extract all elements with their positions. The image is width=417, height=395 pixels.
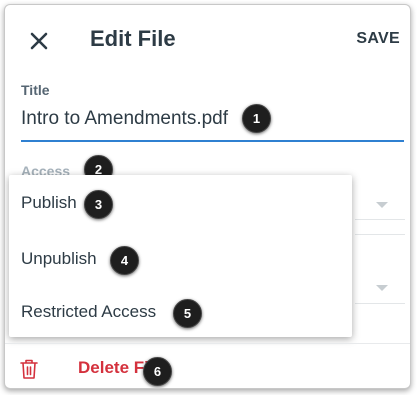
callout-1: 1 (242, 104, 271, 133)
callout-6: 6 (143, 357, 172, 386)
secondary-dropdown-underline (355, 303, 405, 304)
edit-file-window: Edit File SAVE Title Intro to Amendments… (4, 4, 411, 389)
close-button[interactable] (27, 29, 51, 53)
secondary-dropdown-arrow-icon (376, 285, 388, 291)
menu-item-restricted-access[interactable]: Restricted Access (21, 302, 156, 322)
callout-5: 5 (173, 299, 202, 328)
page-title: Edit File (90, 26, 176, 51)
access-dropdown-menu: Publish 3 Unpublish 4 Restricted Access … (9, 175, 352, 337)
callout-4: 4 (110, 246, 139, 275)
divider (355, 234, 405, 235)
trash-icon (20, 359, 38, 379)
close-icon (30, 32, 48, 50)
title-field-label: Title (21, 82, 50, 98)
title-input[interactable]: Intro to Amendments.pdf (21, 108, 228, 130)
title-input-underline (21, 140, 404, 142)
callout-3: 3 (84, 190, 113, 219)
access-dropdown-arrow-icon (376, 202, 388, 208)
footer-divider (5, 343, 410, 344)
access-dropdown-underline (355, 219, 405, 220)
save-button[interactable]: SAVE (356, 30, 400, 48)
menu-item-publish[interactable]: Publish (21, 193, 77, 213)
menu-item-unpublish[interactable]: Unpublish (21, 249, 97, 269)
